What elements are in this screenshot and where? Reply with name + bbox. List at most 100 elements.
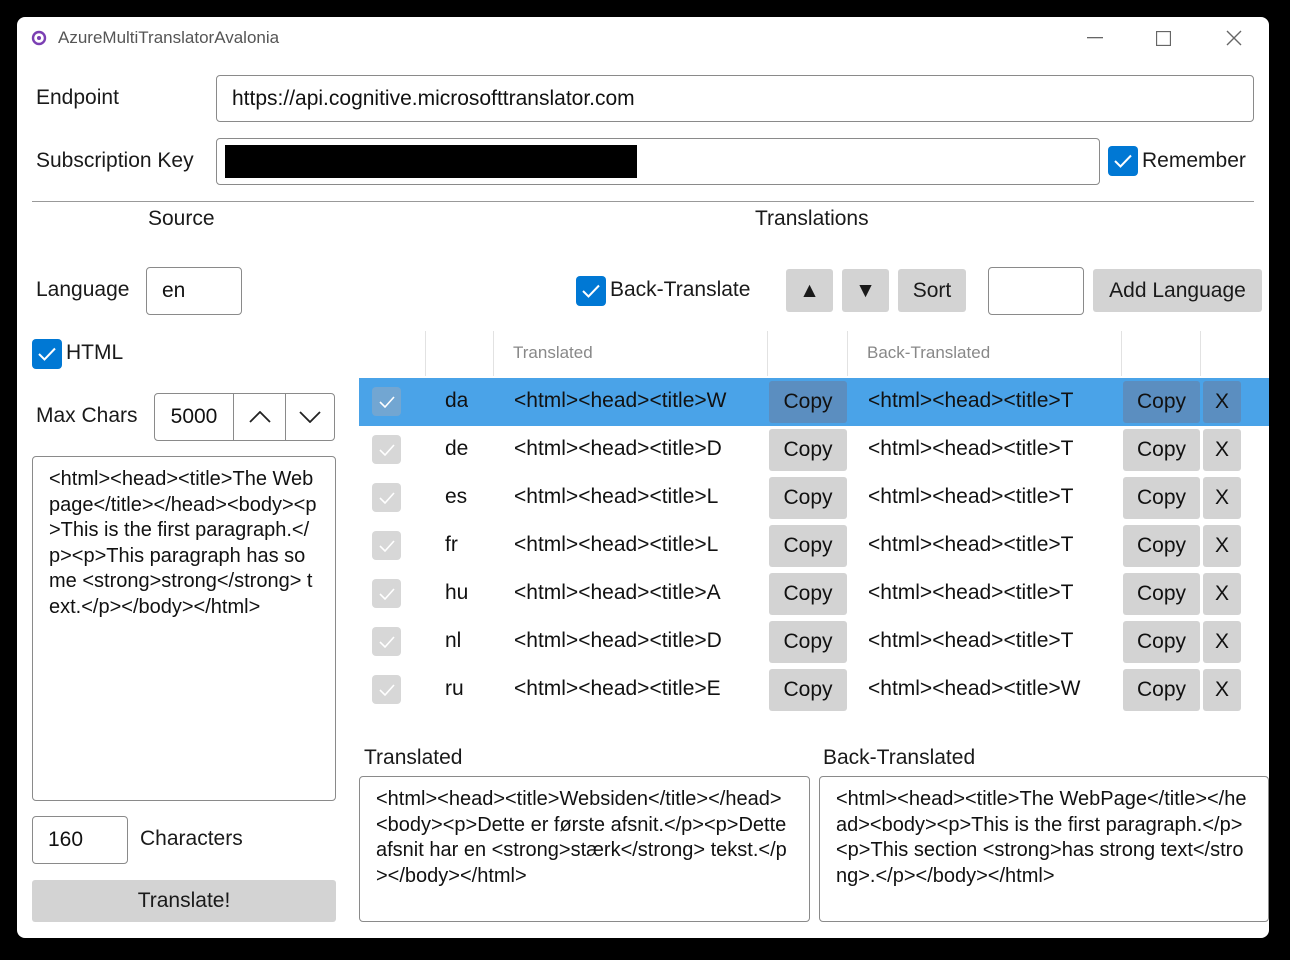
language-code: es — [445, 485, 468, 508]
copy-translated-button[interactable]: Copy — [769, 381, 847, 423]
subscription-key-redaction — [225, 145, 637, 178]
close-button[interactable] — [1220, 26, 1248, 50]
row-checkbox[interactable] — [372, 387, 401, 416]
translated-cell: <html><head><title>E — [514, 677, 721, 700]
source-heading: Source — [148, 207, 215, 230]
language-code: da — [445, 389, 469, 412]
up-arrow-icon: ▲ — [799, 278, 820, 302]
table-row[interactable]: nl <html><head><title>D Copy <html><head><t… — [359, 618, 1269, 666]
move-down-button[interactable]: ▼ — [842, 269, 889, 312]
checkmark-icon — [378, 491, 395, 504]
sort-button[interactable]: Sort — [898, 269, 966, 312]
copy-back-translated-button[interactable]: Copy — [1123, 477, 1200, 519]
table-row[interactable]: de <html><head><title>D Copy <html><head><t… — [359, 426, 1269, 474]
row-checkbox[interactable] — [372, 627, 401, 656]
translated-cell: <html><head><title>L — [514, 533, 719, 556]
table-row[interactable]: es <html><head><title>L Copy <html><head><t… — [359, 474, 1269, 522]
checkmark-icon — [378, 443, 395, 456]
down-arrow-icon: ▼ — [855, 278, 876, 302]
endpoint-input[interactable]: https://api.cognitive.microsofttranslato… — [216, 75, 1254, 122]
remove-language-button[interactable]: X — [1203, 525, 1241, 567]
remove-language-button[interactable]: X — [1203, 429, 1241, 471]
translated-cell: <html><head><title>A — [514, 581, 721, 604]
max-chars-label: Max Chars — [36, 404, 138, 427]
add-language-button[interactable]: Add Language — [1093, 269, 1262, 312]
char-count-field: 160 — [32, 816, 128, 864]
back-translated-cell: <html><head><title>T — [868, 629, 1074, 652]
maximize-button[interactable] — [1149, 26, 1177, 50]
checkmark-icon — [378, 635, 395, 648]
row-checkbox[interactable] — [372, 675, 401, 704]
column-header-back-translated[interactable]: Back-Translated — [867, 343, 990, 363]
copy-translated-button[interactable]: Copy — [769, 573, 847, 615]
grid-divider — [767, 331, 768, 376]
source-language-input[interactable]: en — [146, 267, 242, 315]
remove-language-button[interactable]: X — [1203, 381, 1241, 423]
remove-language-button[interactable]: X — [1203, 477, 1241, 519]
translated-cell: <html><head><title>D — [514, 437, 722, 460]
remove-language-button[interactable]: X — [1203, 573, 1241, 615]
translated-cell: <html><head><title>D — [514, 629, 722, 652]
minimize-icon — [1087, 37, 1103, 39]
language-code: de — [445, 437, 469, 460]
back-translated-detail-label: Back-Translated — [823, 746, 976, 769]
column-header-translated[interactable]: Translated — [513, 343, 593, 363]
language-code: ru — [445, 677, 464, 700]
subscription-key-input[interactable] — [216, 138, 1100, 185]
maximize-icon — [1155, 30, 1171, 46]
html-label: HTML — [66, 341, 124, 364]
back-translated-cell: <html><head><title>W — [868, 677, 1081, 700]
back-translated-detail-text[interactable]: <html><head><title>The WebPage</title></… — [819, 776, 1269, 922]
copy-translated-button[interactable]: Copy — [769, 669, 847, 711]
close-icon — [1226, 30, 1242, 46]
back-translate-checkbox[interactable] — [576, 276, 606, 306]
source-text-area[interactable]: <html><head><title>The Webpage</title></… — [32, 456, 336, 801]
copy-translated-button[interactable]: Copy — [769, 477, 847, 519]
copy-back-translated-button[interactable]: Copy — [1123, 429, 1200, 471]
row-checkbox[interactable] — [372, 483, 401, 512]
copy-back-translated-button[interactable]: Copy — [1123, 381, 1200, 423]
back-translated-cell: <html><head><title>T — [868, 485, 1074, 508]
copy-translated-button[interactable]: Copy — [769, 429, 847, 471]
back-translated-cell: <html><head><title>T — [868, 581, 1074, 604]
grid-divider — [1200, 331, 1201, 376]
row-checkbox[interactable] — [372, 531, 401, 560]
move-up-button[interactable]: ▲ — [786, 269, 833, 312]
table-row[interactable]: da <html><head><title>W Copy <html><head><t… — [359, 378, 1269, 426]
row-checkbox[interactable] — [372, 435, 401, 464]
table-row[interactable]: hu <html><head><title>A Copy <html><head><t… — [359, 570, 1269, 618]
back-translated-cell: <html><head><title>T — [868, 389, 1074, 412]
copy-back-translated-button[interactable]: Copy — [1123, 525, 1200, 567]
new-language-input[interactable] — [988, 267, 1084, 315]
remove-language-button[interactable]: X — [1203, 669, 1241, 711]
copy-back-translated-button[interactable]: Copy — [1123, 621, 1200, 663]
copy-translated-button[interactable]: Copy — [769, 525, 847, 567]
copy-back-translated-button[interactable]: Copy — [1123, 669, 1200, 711]
translated-cell: <html><head><title>L — [514, 485, 719, 508]
translate-button[interactable]: Translate! — [32, 880, 336, 922]
table-row[interactable]: ru <html><head><title>E Copy <html><head><t… — [359, 666, 1269, 714]
translated-detail-text[interactable]: <html><head><title>Websiden</title></hea… — [359, 776, 810, 922]
translated-detail-label: Translated — [364, 746, 463, 769]
table-row[interactable]: fr <html><head><title>L Copy <html><head><t… — [359, 522, 1269, 570]
checkmark-icon — [378, 539, 395, 552]
grid-divider — [425, 331, 426, 376]
html-checkbox[interactable] — [32, 339, 62, 369]
decrement-button[interactable] — [286, 394, 334, 440]
language-code: nl — [445, 629, 462, 652]
row-checkbox[interactable] — [372, 579, 401, 608]
remove-language-button[interactable]: X — [1203, 621, 1241, 663]
endpoint-label: Endpoint — [36, 86, 119, 109]
remember-checkbox[interactable] — [1108, 146, 1138, 176]
copy-back-translated-button[interactable]: Copy — [1123, 573, 1200, 615]
grid-divider — [1121, 331, 1122, 376]
grid-divider — [847, 331, 848, 376]
remember-label: Remember — [1142, 149, 1246, 172]
source-language-label: Language — [36, 278, 130, 301]
max-chars-input[interactable]: 5000 — [155, 394, 234, 440]
increment-button[interactable] — [234, 394, 286, 440]
checkmark-icon — [378, 683, 395, 696]
minimize-button[interactable] — [1081, 26, 1109, 50]
copy-translated-button[interactable]: Copy — [769, 621, 847, 663]
back-translated-cell: <html><head><title>T — [868, 533, 1074, 556]
